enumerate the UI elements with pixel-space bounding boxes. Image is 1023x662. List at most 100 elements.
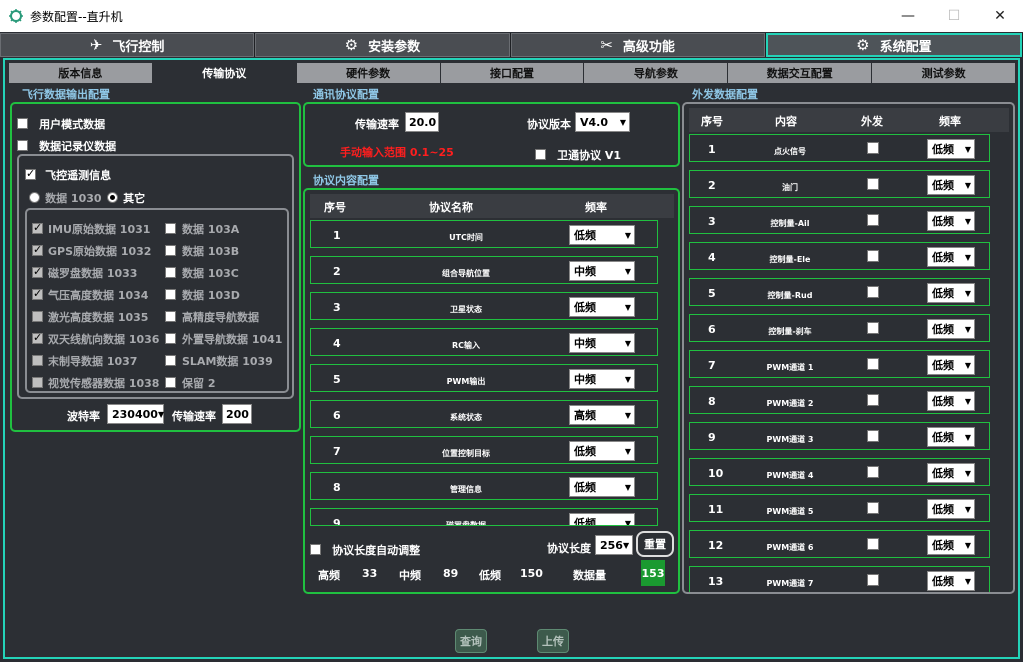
external-send-checkbox[interactable] [867, 502, 879, 514]
radio-1030-dot[interactable] [29, 192, 40, 203]
data-item-row[interactable]: 保留 2 [165, 372, 215, 391]
baud-select[interactable]: 230400 ▼ [107, 404, 164, 424]
external-freq-select[interactable]: 低频 ▼ [927, 427, 975, 447]
user-mode-checkbox[interactable] [17, 118, 28, 129]
data-item-checkbox[interactable] [32, 311, 43, 322]
user-mode-row[interactable]: 用户模式数据 [17, 113, 105, 132]
data-item-row[interactable]: 双天线航向数据 1036 [32, 328, 159, 347]
data-item-row[interactable]: 数据 103A [165, 218, 239, 237]
data-item-row[interactable]: 激光高度数据 1035 [32, 306, 148, 325]
auto-adjust-row[interactable]: 协议长度自动调整 [310, 539, 420, 558]
external-freq-select[interactable]: 低频 ▼ [927, 535, 975, 555]
external-send-checkbox[interactable] [867, 250, 879, 262]
subtab-interface[interactable]: 接口配置 [440, 63, 584, 83]
tab-advanced[interactable]: ✂ 高级功能 [510, 33, 765, 57]
external-send-checkbox[interactable] [867, 394, 879, 406]
data-item-row[interactable]: 气压高度数据 1034 [32, 284, 148, 303]
data-item-checkbox[interactable] [32, 221, 43, 234]
protocol-freq-select[interactable]: 高频 ▼ [569, 405, 635, 425]
tab-system-config[interactable]: ⚙ 系统配置 [765, 33, 1022, 57]
subtab-navigation[interactable]: 导航参数 [584, 63, 728, 83]
data-item-checkbox[interactable] [32, 331, 43, 344]
data-item-checkbox[interactable] [32, 287, 43, 300]
subtab-protocol[interactable]: 传输协议 [152, 63, 296, 83]
data-item-row[interactable]: 高精度导航数据 [165, 306, 259, 325]
recorder-checkbox[interactable] [17, 140, 28, 151]
close-button[interactable]: ✕ [977, 0, 1023, 32]
external-send-checkbox[interactable] [867, 178, 879, 190]
tab-install-params[interactable]: ⚙ 安装参数 [255, 33, 510, 57]
data-item-row[interactable]: 数据 103D [165, 284, 240, 303]
length-select[interactable]: 256 ▼ [595, 535, 633, 555]
maximize-button[interactable]: ☐ [931, 0, 977, 32]
query-button[interactable]: 查询 [455, 629, 487, 653]
data-item-checkbox[interactable] [165, 267, 176, 278]
data-item-checkbox[interactable] [32, 243, 43, 256]
data-item-row[interactable]: 数据 103B [165, 240, 239, 259]
data-item-row[interactable]: 数据 103C [165, 262, 239, 281]
external-send-checkbox[interactable] [867, 574, 879, 586]
data-item-row[interactable]: IMU原始数据 1031 [32, 218, 150, 237]
data-item-checkbox[interactable] [165, 377, 176, 388]
protocol-freq-select[interactable]: 中频 ▼ [569, 261, 635, 281]
radio-1030[interactable]: 数据 1030 [29, 187, 102, 206]
external-freq-select[interactable]: 低频 ▼ [927, 391, 975, 411]
sat-protocol-row[interactable]: 卫通协议 V1 [535, 144, 621, 163]
data-item-row[interactable]: SLAM数据 1039 [165, 350, 273, 369]
data-item-checkbox[interactable] [165, 245, 176, 256]
external-freq-select[interactable]: 低频 ▼ [927, 175, 975, 195]
subtab-hardware[interactable]: 硬件参数 [296, 63, 440, 83]
version-select[interactable]: V4.0 ▼ [575, 112, 630, 132]
radio-other[interactable]: 其它 [107, 187, 145, 206]
data-item-checkbox[interactable] [165, 355, 176, 366]
data-item-checkbox[interactable] [165, 223, 176, 234]
recorder-row[interactable]: 数据记录仪数据 [17, 135, 116, 154]
subtab-data-exchange[interactable]: 数据交互配置 [728, 63, 872, 83]
subtab-test[interactable]: 测试参数 [872, 63, 1016, 83]
telemetry-row[interactable]: 飞控遥测信息 [25, 164, 111, 183]
external-send-checkbox[interactable] [867, 286, 879, 298]
external-freq-select[interactable]: 低频 ▼ [927, 571, 975, 591]
data-item-checkbox[interactable] [165, 289, 176, 300]
upload-button[interactable]: 上传 [537, 629, 569, 653]
external-freq-select[interactable]: 低频 ▼ [927, 139, 975, 159]
protocol-freq-select[interactable]: 低频 ▼ [569, 225, 635, 245]
subtab-version[interactable]: 版本信息 [9, 63, 152, 83]
external-send-checkbox[interactable] [867, 538, 879, 550]
external-freq-select[interactable]: 低频 ▼ [927, 211, 975, 231]
out-rate-input[interactable]: 200 [222, 404, 252, 424]
data-item-checkbox[interactable] [165, 333, 176, 344]
data-item-row[interactable]: 视觉传感器数据 1038 [32, 372, 159, 391]
protocol-freq-select[interactable]: 低频 ▼ [569, 513, 635, 525]
data-item-checkbox[interactable] [32, 377, 43, 388]
data-item-row[interactable]: 磁罗盘数据 1033 [32, 262, 137, 281]
auto-adjust-checkbox[interactable] [310, 544, 321, 555]
protocol-freq-select[interactable]: 低频 ▼ [569, 477, 635, 497]
telemetry-checkbox[interactable] [25, 167, 36, 180]
data-item-row[interactable]: 末制导数据 1037 [32, 350, 137, 369]
external-send-checkbox[interactable] [867, 358, 879, 370]
comm-rate-input[interactable]: 20.0 [405, 112, 439, 132]
external-freq-select[interactable]: 低频 ▼ [927, 463, 975, 483]
sat-protocol-checkbox[interactable] [535, 149, 546, 160]
minimize-button[interactable]: — [885, 0, 931, 32]
tab-flight-control[interactable]: ✈ 飞行控制 [0, 33, 255, 57]
protocol-freq-select[interactable]: 低频 ▼ [569, 441, 635, 461]
external-freq-select[interactable]: 低频 ▼ [927, 283, 975, 303]
data-item-checkbox[interactable] [32, 265, 43, 278]
data-item-row[interactable]: GPS原始数据 1032 [32, 240, 151, 259]
protocol-freq-select[interactable]: 中频 ▼ [569, 369, 635, 389]
external-send-checkbox[interactable] [867, 322, 879, 334]
external-freq-select[interactable]: 低频 ▼ [927, 319, 975, 339]
data-item-checkbox[interactable] [32, 355, 43, 366]
external-freq-select[interactable]: 低频 ▼ [927, 499, 975, 519]
external-send-checkbox[interactable] [867, 142, 879, 154]
radio-other-dot[interactable] [107, 192, 118, 203]
protocol-freq-select[interactable]: 中频 ▼ [569, 333, 635, 353]
protocol-freq-select[interactable]: 低频 ▼ [569, 297, 635, 317]
data-item-checkbox[interactable] [165, 311, 176, 322]
external-freq-select[interactable]: 低频 ▼ [927, 247, 975, 267]
external-send-checkbox[interactable] [867, 214, 879, 226]
data-item-row[interactable]: 外置导航数据 1041 [165, 328, 282, 347]
reset-button[interactable]: 重置 [636, 531, 674, 557]
